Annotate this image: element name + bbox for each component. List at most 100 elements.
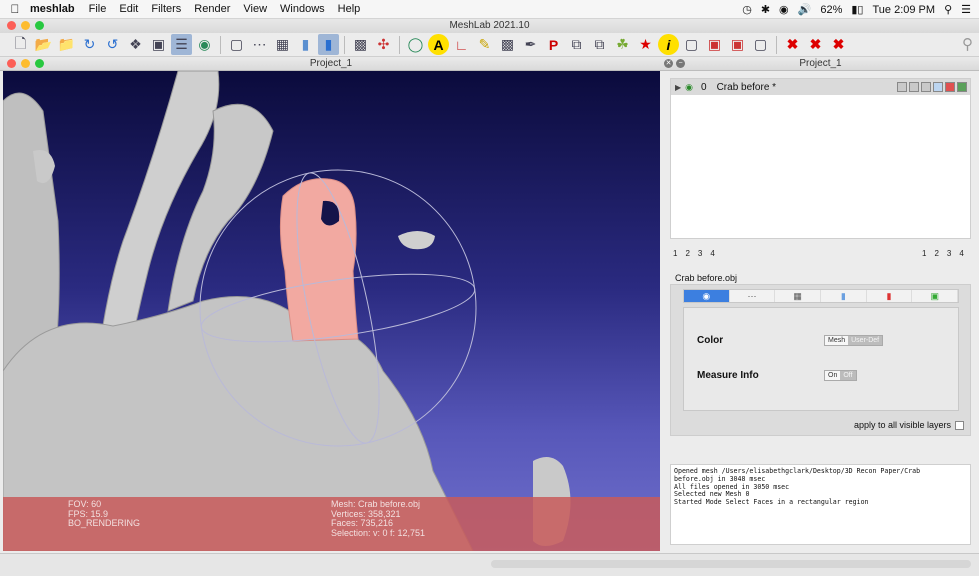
- battery-icon[interactable]: ▮▯: [851, 3, 863, 16]
- textured-icon[interactable]: ▩: [350, 34, 371, 55]
- points-icon[interactable]: ⋯: [249, 34, 270, 55]
- delete-selected-icon[interactable]: ✖: [828, 34, 849, 55]
- volume-icon[interactable]: 🔊: [798, 3, 812, 16]
- layer-points-icon[interactable]: [909, 82, 919, 92]
- wireframe-cube-icon[interactable]: ▢: [226, 34, 247, 55]
- menu-help[interactable]: Help: [338, 3, 361, 15]
- tab-texture[interactable]: ▮: [867, 290, 913, 302]
- horizontal-scrollbar[interactable]: [491, 560, 971, 568]
- save-icon[interactable]: ❖: [125, 34, 146, 55]
- app-name[interactable]: meshlab: [30, 3, 75, 15]
- zoom-viewport-button[interactable]: [35, 59, 44, 68]
- close-panel-button[interactable]: ✕: [664, 59, 673, 68]
- delete-faces-icon[interactable]: ✖: [782, 34, 803, 55]
- pager-left-4[interactable]: 4: [710, 249, 714, 258]
- brush-icon[interactable]: ✒: [520, 34, 541, 55]
- layer-smooth-icon[interactable]: [933, 82, 943, 92]
- pick-points-icon[interactable]: ▩: [497, 34, 518, 55]
- georef-star-icon[interactable]: ★: [635, 34, 656, 55]
- menu-view[interactable]: View: [243, 3, 267, 15]
- trackball-icon[interactable]: ◯: [405, 34, 426, 55]
- log-output[interactable]: Opened mesh /Users/elisabethgclark/Deskt…: [670, 464, 971, 545]
- layer-row[interactable]: ▶ ◉ 0 Crab before *: [671, 79, 970, 95]
- menu-file[interactable]: File: [89, 3, 107, 15]
- paint-icon[interactable]: ✎: [474, 34, 495, 55]
- color-user-def-option[interactable]: User-Def: [848, 336, 883, 345]
- reload-icon[interactable]: ↻: [79, 34, 100, 55]
- time-machine-icon[interactable]: ◷: [742, 3, 752, 16]
- pager-left-3[interactable]: 3: [698, 249, 702, 258]
- parametrize-icon[interactable]: P: [543, 34, 564, 55]
- flat-icon[interactable]: ▮: [295, 34, 316, 55]
- info-icon[interactable]: i: [658, 34, 679, 55]
- pager-left-1[interactable]: 1: [673, 249, 677, 258]
- new-icon[interactable]: 🗋: [10, 34, 31, 55]
- select-region-icon[interactable]: ▢: [750, 34, 771, 55]
- close-viewport-button[interactable]: [7, 59, 16, 68]
- color-mode-toggle[interactable]: Mesh User-Def: [824, 335, 884, 346]
- geo-ref-icon[interactable]: ☘: [612, 34, 633, 55]
- delete-vertices-icon[interactable]: ✖: [805, 34, 826, 55]
- menu-edit[interactable]: Edit: [119, 3, 138, 15]
- clock[interactable]: Tue 2:09 PM: [872, 4, 935, 16]
- wifi-icon[interactable]: ◉: [779, 3, 789, 16]
- layer-box-icon[interactable]: [897, 82, 907, 92]
- pager-right-4[interactable]: 4: [959, 249, 963, 258]
- minimize-viewport-button[interactable]: [21, 59, 30, 68]
- visibility-eye-icon[interactable]: ◉: [685, 82, 693, 93]
- measure-on-option[interactable]: On: [825, 371, 841, 380]
- control-center-icon[interactable]: ☰: [961, 3, 971, 16]
- bounding-box-icon[interactable]: ◉: [194, 34, 215, 55]
- measure-icon[interactable]: ∟: [451, 34, 472, 55]
- pager-right-1[interactable]: 1: [922, 249, 926, 258]
- float-panel-button[interactable]: −: [676, 59, 685, 68]
- main-toolbar: 🗋 📂 📁 ↻ ↺ ❖ ▣ ☰ ◉ ▢ ⋯ ▦ ▮ ▮ ▩ ✣ ◯ A ∟ ✎ …: [0, 33, 979, 57]
- layer-texture-icon[interactable]: [945, 82, 955, 92]
- select-vertices-icon[interactable]: ▣: [704, 34, 725, 55]
- close-window-button[interactable]: [7, 21, 16, 30]
- tab-wireframe[interactable]: ▦: [775, 290, 822, 302]
- menu-filters[interactable]: Filters: [151, 3, 181, 15]
- menu-render[interactable]: Render: [194, 3, 230, 15]
- open-project-icon[interactable]: 📁: [56, 34, 77, 55]
- 3d-viewport[interactable]: FOV: 60 FPS: 15.9 BO_RENDERING Mesh: Cra…: [3, 71, 660, 551]
- reload-all-icon[interactable]: ↺: [102, 34, 123, 55]
- pager-left-2[interactable]: 2: [685, 249, 689, 258]
- tab-bounding-box[interactable]: ◉: [684, 290, 730, 302]
- pager-right-3[interactable]: 3: [947, 249, 951, 258]
- tab-color[interactable]: ▣: [912, 290, 959, 302]
- tab-points[interactable]: ⋯: [730, 290, 776, 302]
- color-mesh-option[interactable]: Mesh: [825, 336, 849, 345]
- wireframe-icon[interactable]: ▦: [272, 34, 293, 55]
- expand-arrow-icon[interactable]: ▶: [675, 83, 681, 92]
- apple-icon[interactable]: : [0, 2, 30, 16]
- snapshot-icon[interactable]: ▣: [148, 34, 169, 55]
- layer-list[interactable]: ▶ ◉ 0 Crab before *: [670, 78, 971, 239]
- menu-windows[interactable]: Windows: [280, 3, 325, 15]
- measure-info-toggle[interactable]: On Off: [824, 370, 857, 381]
- layer-color-icon[interactable]: [957, 82, 967, 92]
- layer-panel-title-bar: ✕ − Project_1: [662, 57, 979, 71]
- tab-smooth[interactable]: ▮: [821, 290, 867, 302]
- select-connected-icon[interactable]: ▣: [727, 34, 748, 55]
- color-label: Color: [697, 335, 724, 346]
- battery-percent[interactable]: 62%: [820, 4, 842, 16]
- zoom-window-button[interactable]: [35, 21, 44, 30]
- search-icon[interactable]: ⚲: [962, 35, 973, 53]
- bluetooth-icon[interactable]: ✱: [761, 3, 770, 16]
- open-icon[interactable]: 📂: [33, 34, 54, 55]
- axis-icon[interactable]: ✣: [373, 34, 394, 55]
- minimize-window-button[interactable]: [21, 21, 30, 30]
- layer-wire-icon[interactable]: [921, 82, 931, 92]
- layers-icon[interactable]: ☰: [171, 34, 192, 55]
- select-faces-icon[interactable]: ▢: [681, 34, 702, 55]
- annotation-icon[interactable]: A: [428, 34, 449, 55]
- smooth-icon[interactable]: ▮: [318, 34, 339, 55]
- points-tab-icon: ⋯: [747, 290, 757, 301]
- align-icon[interactable]: ⧉: [566, 34, 587, 55]
- align-tool-icon[interactable]: ⧉: [589, 34, 610, 55]
- measure-off-option[interactable]: Off: [840, 371, 856, 380]
- spotlight-icon[interactable]: ⚲: [944, 3, 952, 16]
- apply-all-checkbox[interactable]: [955, 420, 964, 430]
- pager-right-2[interactable]: 2: [934, 249, 938, 258]
